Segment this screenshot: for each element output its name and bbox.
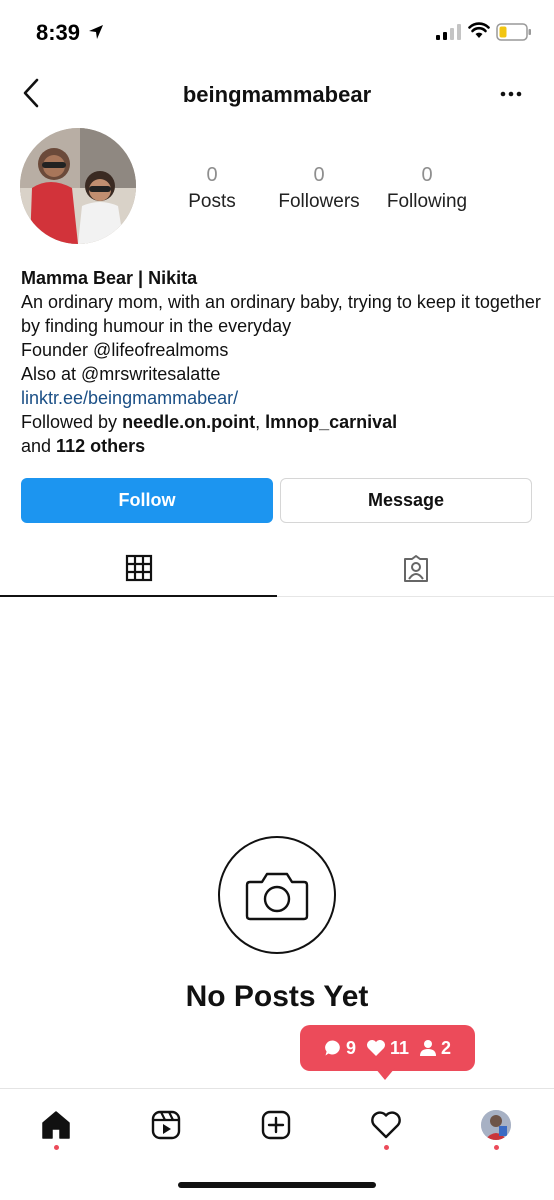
more-options-button[interactable] — [496, 82, 526, 106]
activity-notification-dot — [384, 1145, 389, 1150]
followed-by-others[interactable]: and 112 others — [21, 434, 541, 458]
camera-icon — [245, 872, 309, 921]
own-profile-photo-image — [481, 1110, 511, 1140]
stat-followers[interactable]: 0 Followers — [272, 164, 366, 213]
posts-label: Posts — [188, 191, 236, 212]
location-arrow-icon — [89, 25, 103, 39]
nav-activity[interactable] — [368, 1107, 404, 1143]
nav-new-post[interactable] — [258, 1107, 294, 1143]
comment-icon — [325, 1040, 340, 1056]
add-post-icon — [261, 1110, 291, 1140]
profile-bio: Mamma Bear | Nikita An ordinary mom, wit… — [21, 266, 541, 458]
wifi-icon — [468, 22, 490, 38]
grid-icon — [125, 554, 152, 581]
posts-count: 0 — [206, 164, 218, 186]
battery-icon — [496, 23, 531, 41]
person-icon — [420, 1040, 437, 1056]
profile-notification-dot — [494, 1145, 499, 1150]
comments-count: 9 — [345, 1037, 356, 1058]
more-dots-icon — [500, 91, 522, 97]
nav-profile[interactable] — [478, 1107, 514, 1143]
followed-by-and: and — [21, 436, 57, 456]
follows-notification: 2 — [419, 1038, 451, 1059]
profile-photo-image — [20, 128, 136, 244]
bio-display-name: Mamma Bear | Nikita — [21, 268, 198, 288]
likes-count: 11 — [389, 1037, 410, 1058]
follow-button[interactable]: Follow — [21, 478, 273, 523]
nav-reels[interactable] — [148, 1107, 184, 1143]
followers-count: 0 — [313, 164, 325, 186]
nav-home[interactable] — [38, 1107, 74, 1143]
followed-by-separator: , — [255, 412, 266, 432]
profile-username: beingmammabear — [182, 82, 372, 107]
bio-description: An ordinary mom, with an ordinary baby, … — [21, 292, 541, 336]
home-icon — [42, 1111, 70, 1139]
comments-notification: 9 — [324, 1038, 356, 1059]
home-indicator — [178, 1182, 376, 1188]
tab-tagged[interactable] — [277, 540, 554, 597]
tagged-person-icon — [403, 554, 428, 582]
activity-notification-bubble[interactable]: 9 11 2 — [300, 1025, 475, 1071]
bio-founder-line: Founder @lifeofrealmoms — [21, 340, 229, 360]
empty-state-title: No Posts Yet — [185, 980, 369, 1013]
followed-by-prefix: Followed by — [21, 412, 123, 432]
profile-header: beingmammabear — [0, 64, 554, 124]
status-time: 8:39 — [36, 20, 81, 45]
tab-posts-grid[interactable] — [0, 540, 277, 597]
profile-avatar-small — [481, 1110, 511, 1140]
profile-avatar[interactable] — [20, 128, 136, 244]
followed-by-user-1: needle.on.point — [122, 412, 256, 432]
follows-count: 2 — [441, 1037, 452, 1058]
message-button[interactable]: Message — [280, 478, 532, 523]
camera-circle — [218, 836, 336, 954]
home-notification-dot — [54, 1145, 59, 1150]
stat-following[interactable]: 0 Following — [380, 164, 474, 213]
profile-tabs — [0, 540, 554, 597]
reels-icon — [151, 1110, 181, 1140]
bio-also-at-line: Also at @mrswritesalatte — [21, 364, 221, 384]
notification-tail — [375, 1068, 395, 1080]
heart-icon — [371, 1111, 401, 1139]
followers-label: Followers — [278, 191, 360, 212]
following-label: Following — [386, 191, 468, 212]
followed-by[interactable]: Followed by needle.on.point, lmnop_carni… — [21, 410, 541, 434]
status-bar: 8:39 — [0, 0, 554, 64]
following-count: 0 — [421, 164, 433, 186]
followed-by-others-count: 112 others — [56, 436, 146, 456]
stat-posts[interactable]: 0 Posts — [172, 164, 252, 213]
signal-icon — [436, 24, 461, 40]
heart-filled-icon — [366, 1040, 385, 1056]
likes-notification: 11 — [366, 1038, 409, 1059]
followed-by-user-2: lmnop_carnival — [265, 412, 398, 432]
bio-link[interactable]: linktr.ee/beingmammabear/ — [21, 386, 541, 410]
